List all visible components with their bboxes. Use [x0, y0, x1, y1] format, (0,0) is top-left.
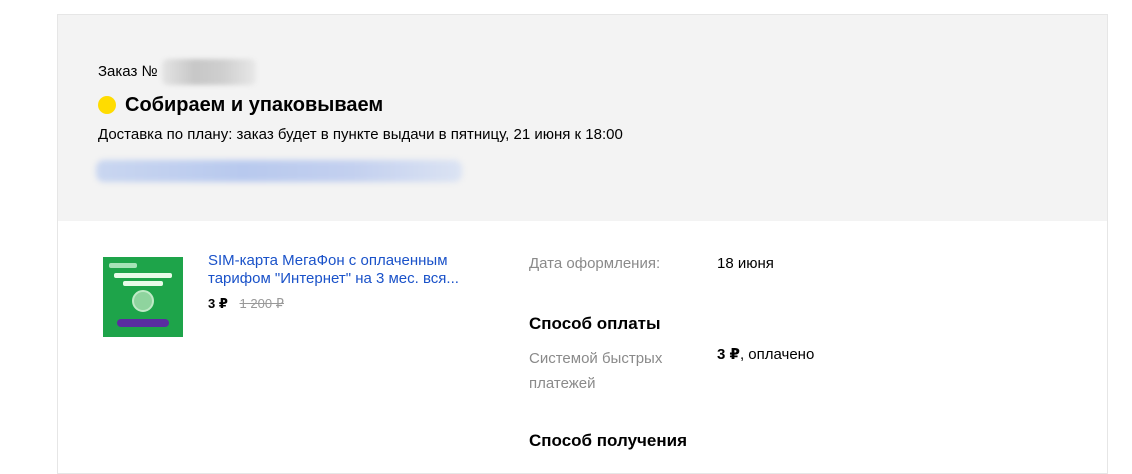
- price-old: 1 200 ₽: [239, 296, 284, 311]
- order-id-redacted: [161, 59, 256, 85]
- order-header: Заказ № Собираем и упаковываем Доставка …: [58, 15, 1107, 221]
- delivery-plan-text: Доставка по плану: заказ будет в пункте …: [98, 126, 623, 143]
- image-text-line: [123, 281, 163, 286]
- brand-logo-icon: [109, 263, 137, 268]
- order-number: Заказ №: [98, 59, 256, 85]
- pickup-address-link-redacted[interactable]: [96, 160, 462, 182]
- payment-amount: 3 ₽, оплачено: [717, 346, 814, 364]
- image-circle-badge: [132, 290, 154, 312]
- order-status: Собираем и упаковываем: [98, 93, 383, 117]
- receive-heading: Способ получения: [529, 431, 687, 450]
- image-text-line: [114, 273, 172, 278]
- image-promo-badge: [117, 319, 169, 327]
- product-title-link[interactable]: SIM-карта МегаФон с оплаченным тарифом "…: [208, 252, 498, 288]
- status-text: Собираем и упаковываем: [125, 94, 384, 116]
- order-card: Заказ № Собираем и упаковываем Доставка …: [57, 14, 1108, 474]
- payment-heading: Способ оплаты: [529, 314, 661, 333]
- payment-sum: 3 ₽: [717, 346, 740, 363]
- payment-status: , оплачено: [739, 346, 815, 363]
- status-dot-icon: [98, 96, 116, 114]
- product-image[interactable]: [103, 257, 183, 337]
- order-number-label: Заказ №: [98, 63, 158, 80]
- price-current: 3 ₽: [208, 296, 228, 311]
- product-price: 3 ₽ 1 200 ₽: [208, 296, 284, 312]
- order-date-label: Дата оформления:: [529, 255, 661, 272]
- order-date-value: 18 июня: [717, 255, 774, 272]
- payment-method: Системой быстрых платежей: [529, 350, 663, 392]
